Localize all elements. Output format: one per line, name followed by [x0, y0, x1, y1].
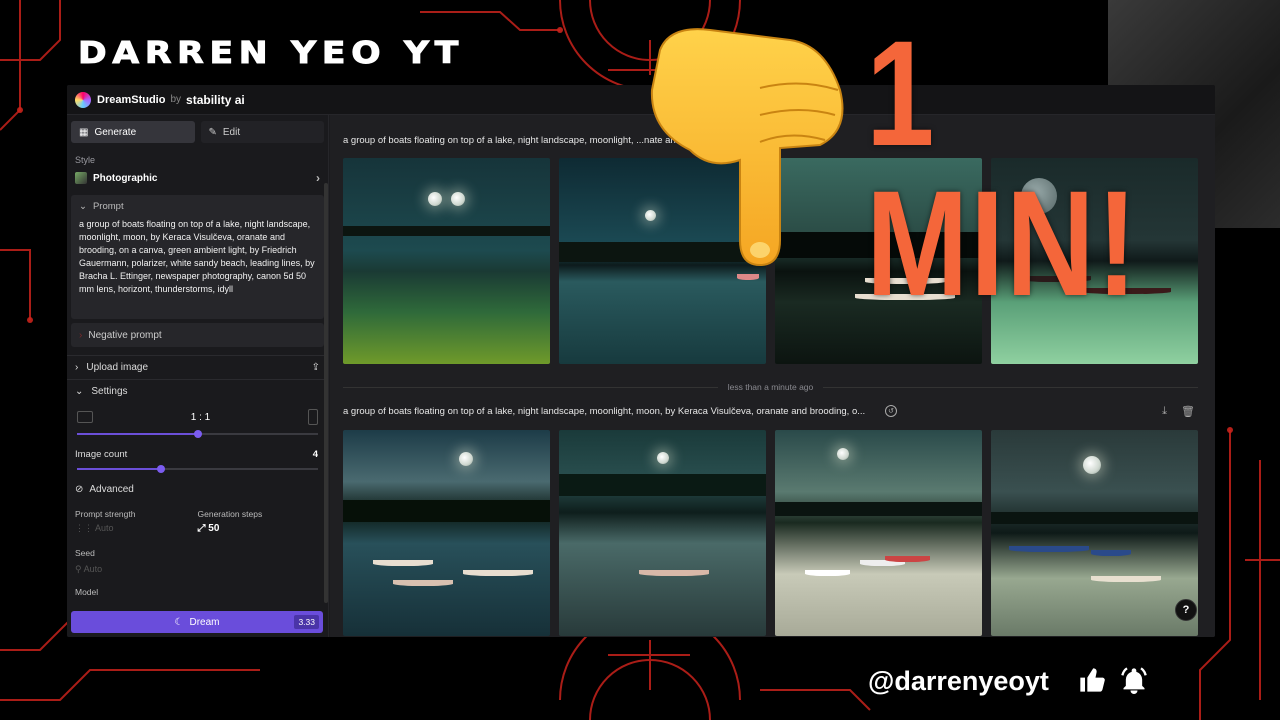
dream-button[interactable]: ☾ Dream 3.33: [71, 611, 323, 633]
prompt-label: Prompt: [92, 201, 124, 212]
social-icons: [1078, 666, 1148, 694]
company-name: stability ai: [186, 92, 245, 107]
generate-icon: ▦: [79, 126, 89, 138]
thumbs-up-icon: [1080, 668, 1105, 692]
trash-icon[interactable]: 🗑: [1181, 405, 1195, 418]
generated-image[interactable]: [775, 430, 982, 636]
settings-row[interactable]: ⌄ Settings: [67, 386, 328, 397]
aspect-ratio-slider[interactable]: [77, 430, 318, 438]
aspect-ratio-slider-knob[interactable]: [193, 430, 202, 438]
help-button[interactable]: ?: [1175, 599, 1197, 621]
tab-edit-label: Edit: [222, 126, 241, 138]
tab-generate[interactable]: ▦ Generate: [71, 121, 195, 143]
chevron-right-icon: ›: [75, 362, 79, 373]
time-separator: less than a minute ago: [343, 380, 1198, 394]
seed-label: Seed: [75, 548, 95, 558]
download-icon[interactable]: ⤓: [1162, 405, 1167, 418]
dreamstudio-logo-icon: [75, 91, 91, 108]
eye-off-icon: ⊘: [75, 484, 84, 495]
edit-icon: ✎: [208, 126, 217, 138]
portrait-ratio-icon[interactable]: [308, 409, 318, 425]
mode-tabs: ▦ Generate ✎ Edit: [67, 115, 328, 143]
pointing-down-hand-icon: [650, 28, 844, 267]
chevron-right-icon: ›: [79, 329, 83, 341]
generated-image[interactable]: [343, 430, 550, 636]
prompt-text[interactable]: a group of boats floating on top of a la…: [79, 218, 316, 296]
landscape-ratio-icon[interactable]: [77, 411, 93, 423]
settings-label: Settings: [91, 386, 128, 397]
advanced-label: Advanced: [89, 484, 134, 495]
time-separator-label: less than a minute ago: [727, 382, 814, 392]
upload-icon[interactable]: ⇪: [312, 362, 320, 373]
aspect-ratio-value: 1 : 1: [190, 411, 211, 423]
app-brand: DreamStudio: [97, 93, 166, 106]
seed-value[interactable]: ⚲ Auto: [75, 564, 320, 575]
batch-2-prompt: a group of boats floating on top of a la…: [343, 406, 866, 417]
app-by: by: [170, 94, 182, 105]
image-count-row: Image count 4: [67, 435, 328, 460]
prompt-box[interactable]: ⌄ Prompt a group of boats floating on to…: [71, 195, 324, 319]
prompt-strength-value[interactable]: ⋮⋮ Auto: [75, 523, 198, 534]
upload-image-row[interactable]: › Upload image ⇪: [67, 362, 328, 373]
sidebar-scrollbar[interactable]: [324, 183, 328, 603]
bell-icon: [1121, 667, 1147, 694]
generated-image[interactable]: [991, 430, 1198, 636]
reuse-prompt-icon[interactable]: ↺: [885, 405, 897, 417]
social-handle: @darrenyeoyt: [868, 666, 1049, 696]
generation-steps-label: Generation steps: [197, 509, 263, 519]
model-label: Model: [75, 587, 99, 597]
batch-actions: ⤓ 🗑: [1162, 405, 1195, 418]
chevron-down-icon: ⌄: [75, 386, 84, 397]
image-count-label: Image count: [75, 449, 128, 460]
tab-edit[interactable]: ✎ Edit: [200, 121, 324, 143]
style-label: Style: [75, 155, 96, 165]
generated-image[interactable]: [559, 430, 766, 636]
dream-cost-badge: 3.33: [294, 615, 319, 629]
advanced-toggle[interactable]: ⊘ Advanced: [67, 470, 328, 495]
negative-prompt-box[interactable]: › Negative prompt: [71, 323, 324, 347]
style-thumbnail: [75, 172, 87, 184]
style-selector[interactable]: Style Photographic ›: [67, 155, 328, 185]
tab-generate-label: Generate: [94, 126, 137, 138]
image-count-slider[interactable]: [77, 465, 318, 473]
banner-text: 1 MIN!: [866, 9, 1139, 327]
generation-steps-value[interactable]: ⤢ 50: [198, 523, 321, 534]
advanced-settings: Prompt strength Generation steps ⋮⋮ Auto…: [67, 495, 328, 534]
prompt-strength-label: Prompt strength: [75, 509, 136, 519]
image-count-value: 4: [312, 449, 318, 460]
generated-image[interactable]: [343, 158, 550, 364]
upload-image-label: Upload image: [86, 362, 149, 373]
moon-icon: ☾: [174, 616, 184, 628]
channel-title: DARREN YEO YT: [77, 36, 465, 72]
chevron-down-icon: ⌄: [79, 201, 87, 212]
dream-label: Dream: [189, 616, 220, 628]
style-value: Photographic: [93, 172, 158, 184]
seed-field[interactable]: Seed ⚲ Auto: [67, 534, 328, 575]
sidebar: ▦ Generate ✎ Edit Style Photographic › ⌄…: [67, 115, 329, 637]
aspect-ratio-row: 1 : 1: [67, 397, 328, 425]
negative-prompt-label: Negative prompt: [88, 329, 162, 341]
chevron-right-icon: ›: [316, 171, 320, 185]
